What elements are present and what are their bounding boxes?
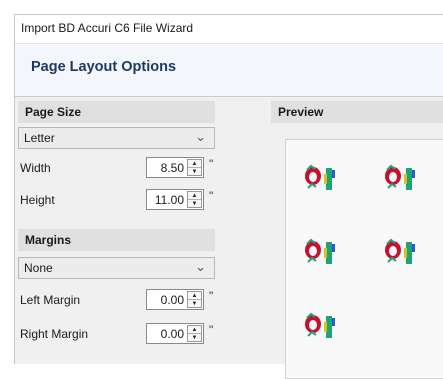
title-bar: Import BD Accuri C6 File Wizard xyxy=(15,15,443,43)
preview-page xyxy=(285,139,443,379)
arrow-up-icon[interactable]: ▲ xyxy=(188,326,201,334)
margins-value: None xyxy=(24,261,53,275)
width-label: Width xyxy=(20,161,51,175)
height-unit: " xyxy=(209,189,214,203)
flow-cytometry-plot-icon xyxy=(385,238,415,264)
window-title: Import BD Accuri C6 File Wizard xyxy=(21,21,194,35)
preview-heading: Preview xyxy=(271,101,443,123)
spinner-buttons: ▲ ▼ xyxy=(187,159,202,176)
arrow-up-icon[interactable]: ▲ xyxy=(188,292,201,300)
width-spinner[interactable]: 8.50 ▲ ▼ xyxy=(146,157,204,178)
arrow-down-icon[interactable]: ▼ xyxy=(188,200,201,208)
page-size-value: Letter xyxy=(24,131,55,145)
height-label: Height xyxy=(20,193,55,207)
right-margin-value: 0.00 xyxy=(160,327,184,341)
margins-heading: Margins xyxy=(18,229,215,251)
width-value: 8.50 xyxy=(160,161,184,175)
arrow-down-icon[interactable]: ▼ xyxy=(188,334,201,342)
right-margin-label: Right Margin xyxy=(20,327,89,341)
left-margin-spinner[interactable]: 0.00 ▲ ▼ xyxy=(146,289,204,310)
wizard-window: Import BD Accuri C6 File Wizard Page Lay… xyxy=(14,14,443,379)
arrow-down-icon[interactable]: ▼ xyxy=(188,300,201,308)
flow-cytometry-plot-icon xyxy=(385,164,415,190)
height-spinner[interactable]: 11.00 ▲ ▼ xyxy=(146,189,204,210)
arrow-up-icon[interactable]: ▲ xyxy=(188,160,201,168)
flow-cytometry-plot-icon xyxy=(305,238,335,264)
left-margin-label: Left Margin xyxy=(20,293,81,307)
page-title: Page Layout Options xyxy=(31,59,177,75)
right-margin-unit: " xyxy=(209,323,214,337)
flow-cytometry-plot-icon xyxy=(305,312,335,338)
left-margin-value: 0.00 xyxy=(160,293,184,307)
height-value: 11.00 xyxy=(154,193,184,207)
page-size-heading: Page Size xyxy=(18,101,215,123)
arrow-down-icon[interactable]: ▼ xyxy=(188,168,201,176)
width-unit: " xyxy=(209,157,214,171)
page-size-dropdown[interactable]: Letter ⌄ xyxy=(18,127,215,149)
spinner-buttons: ▲ ▼ xyxy=(187,191,202,208)
arrow-up-icon[interactable]: ▲ xyxy=(188,192,201,200)
chevron-down-icon: ⌄ xyxy=(195,259,206,274)
spinner-buttons: ▲ ▼ xyxy=(187,291,202,308)
wizard-header: Page Layout Options xyxy=(15,43,443,97)
right-margin-spinner[interactable]: 0.00 ▲ ▼ xyxy=(146,323,204,344)
left-margin-unit: " xyxy=(209,289,214,303)
spinner-buttons: ▲ ▼ xyxy=(187,325,202,342)
flow-cytometry-plot-icon xyxy=(305,164,335,190)
content-area: Page Size Letter ⌄ Width 8.50 ▲ ▼ " Heig… xyxy=(15,97,443,379)
chevron-down-icon: ⌄ xyxy=(195,129,206,144)
margins-dropdown[interactable]: None ⌄ xyxy=(18,257,215,279)
